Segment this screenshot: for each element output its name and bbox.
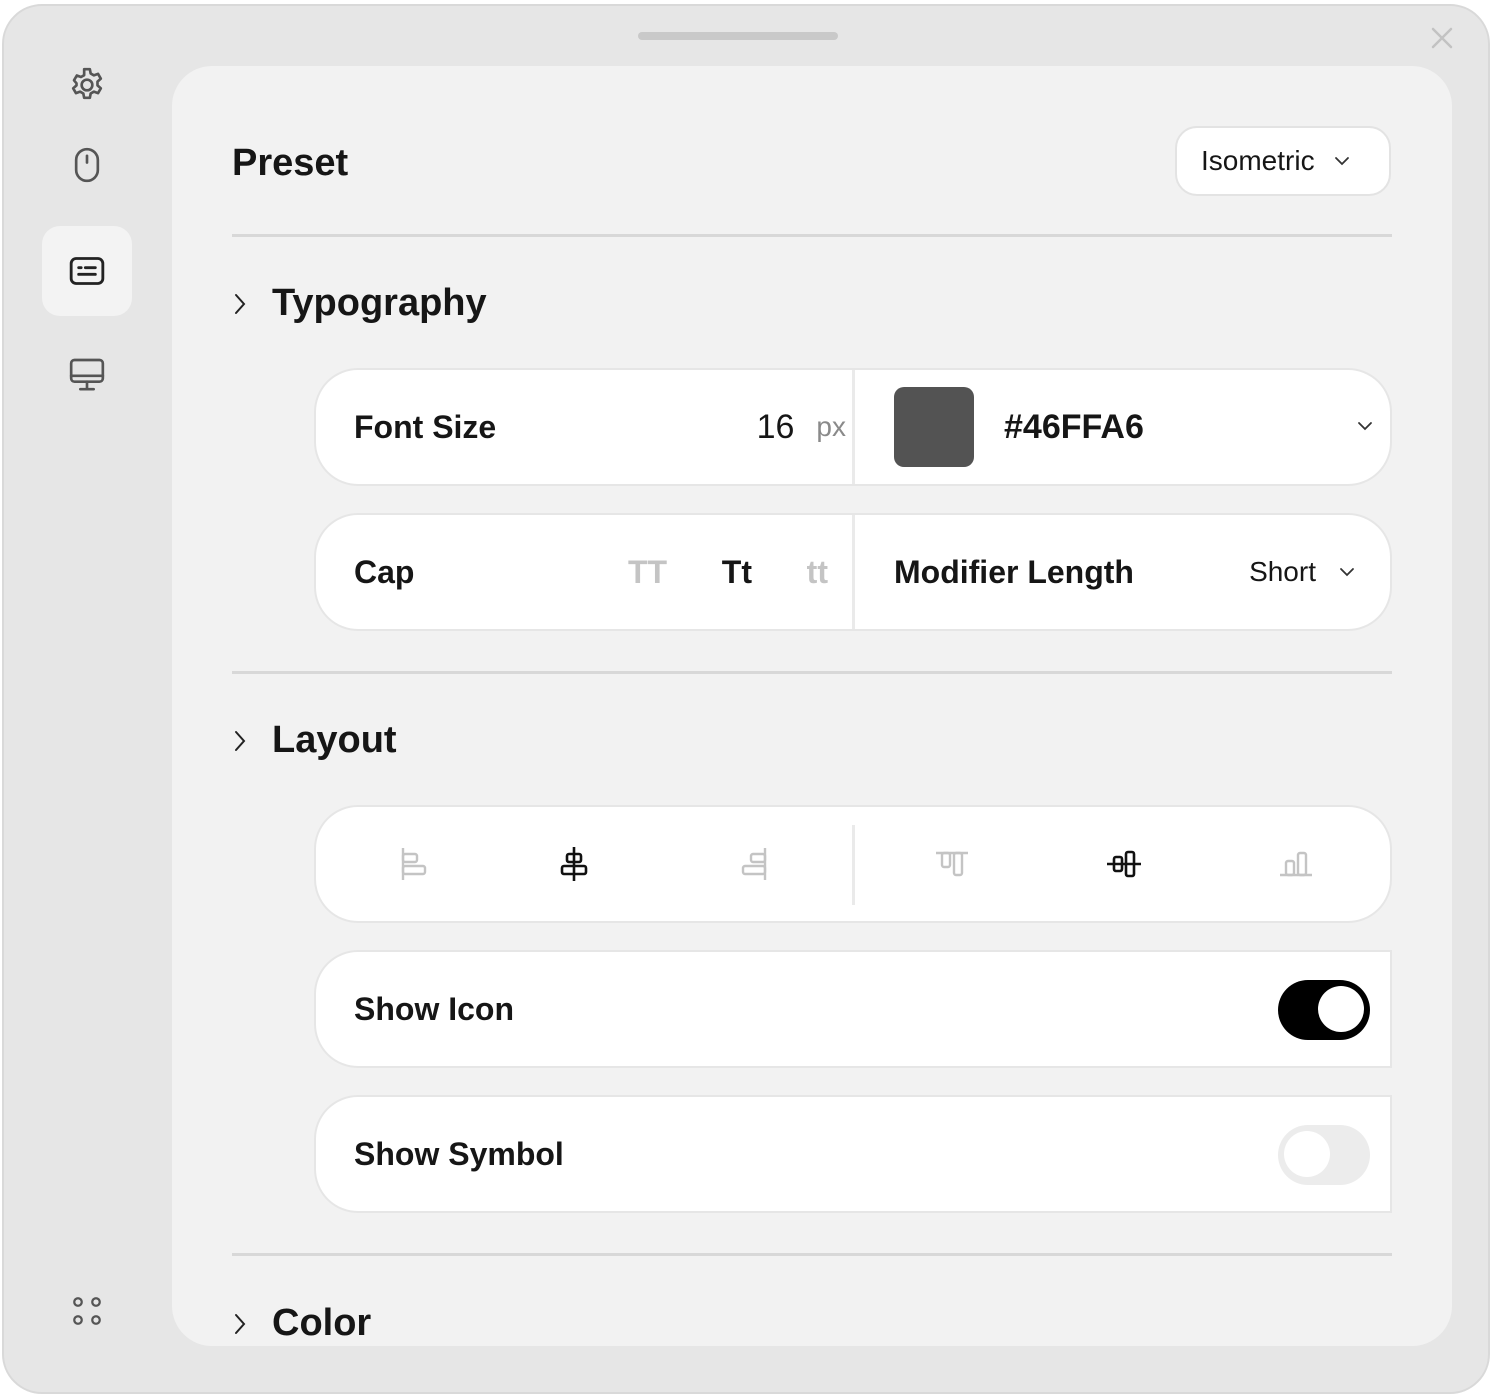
sidebar bbox=[4, 6, 172, 1392]
section-color-title: Color bbox=[272, 1302, 372, 1344]
show-icon-label: Show Icon bbox=[354, 990, 514, 1027]
align-center-icon bbox=[560, 847, 588, 881]
divider bbox=[232, 671, 1392, 674]
apps-button[interactable] bbox=[42, 1266, 132, 1356]
align-middle-button[interactable] bbox=[1064, 807, 1184, 921]
cap-option-upper[interactable]: TT bbox=[628, 554, 667, 591]
preset-title: Preset bbox=[232, 142, 349, 184]
modifier-length-label: Modifier Length bbox=[894, 553, 1134, 590]
section-color-header[interactable]: Color bbox=[230, 1302, 371, 1345]
chevron-right-icon bbox=[235, 1313, 246, 1334]
chevron-right-icon bbox=[235, 293, 246, 314]
settings-window: Preset Isometric Typography Font Size 16… bbox=[2, 4, 1490, 1394]
sidebar-item-mouse[interactable] bbox=[42, 120, 132, 210]
color-hex-value[interactable]: #46FFA6 bbox=[1004, 408, 1144, 447]
modifier-length-dropdown[interactable]: Short bbox=[1244, 515, 1356, 629]
chevron-down-icon bbox=[1340, 568, 1354, 577]
divider bbox=[232, 1253, 1392, 1256]
cap-option-title[interactable]: Tt bbox=[722, 554, 752, 591]
show-icon-toggle[interactable] bbox=[1278, 980, 1370, 1040]
chevron-down-icon bbox=[1334, 157, 1349, 166]
show-symbol-toggle[interactable] bbox=[1278, 1125, 1370, 1185]
apps-grid-icon bbox=[73, 1297, 101, 1325]
section-typography-title: Typography bbox=[272, 282, 487, 324]
align-left-icon bbox=[401, 848, 427, 880]
cap-option-lower[interactable]: tt bbox=[807, 554, 828, 591]
monitor-icon bbox=[69, 358, 105, 391]
align-bottom-icon bbox=[1280, 851, 1312, 877]
font-size-value[interactable]: 16 bbox=[757, 408, 795, 447]
section-layout-header[interactable]: Layout bbox=[230, 719, 397, 762]
gear-icon bbox=[71, 67, 103, 100]
color-swatch[interactable] bbox=[894, 387, 974, 467]
toggle-knob bbox=[1318, 986, 1364, 1032]
align-left-button[interactable] bbox=[354, 807, 474, 921]
mouse-icon bbox=[74, 147, 100, 183]
font-size-input[interactable]: 16 px bbox=[716, 370, 846, 484]
caption-icon bbox=[69, 257, 105, 285]
row-separator bbox=[852, 515, 855, 629]
align-bottom-button[interactable] bbox=[1236, 807, 1356, 921]
close-icon bbox=[1431, 27, 1453, 49]
align-right-icon bbox=[741, 848, 767, 880]
preset-dropdown[interactable]: Isometric bbox=[1175, 126, 1391, 196]
toggle-knob bbox=[1284, 1131, 1330, 1177]
sidebar-item-display[interactable] bbox=[42, 330, 132, 420]
chevron-down-icon bbox=[1358, 422, 1372, 431]
show-icon-row: Show Icon bbox=[314, 950, 1392, 1068]
chevron-right-icon bbox=[235, 730, 246, 751]
modifier-length-value: Short bbox=[1249, 556, 1316, 587]
align-top-icon bbox=[936, 851, 968, 877]
divider bbox=[232, 234, 1392, 237]
alignment-row bbox=[314, 805, 1392, 923]
drag-handle[interactable] bbox=[638, 32, 838, 40]
show-symbol-row: Show Symbol bbox=[314, 1095, 1392, 1213]
font-size-label: Font Size bbox=[354, 408, 497, 445]
font-size-unit: px bbox=[816, 411, 846, 442]
cap-label: Cap bbox=[354, 553, 415, 590]
cap-modifier-row: Cap TT Tt tt Modifier Length Short bbox=[314, 513, 1392, 631]
sidebar-item-caption[interactable] bbox=[42, 226, 132, 316]
align-middle-icon bbox=[1107, 850, 1141, 878]
close-button[interactable] bbox=[1424, 20, 1460, 56]
color-picker[interactable]: #46FFA6 bbox=[894, 370, 1374, 484]
section-typography-header[interactable]: Typography bbox=[230, 282, 487, 325]
alignment-separator bbox=[852, 825, 855, 905]
font-size-color-row: Font Size 16 px #46FFA6 bbox=[314, 368, 1392, 486]
row-separator bbox=[852, 370, 855, 484]
align-center-button[interactable] bbox=[514, 807, 634, 921]
show-symbol-label: Show Symbol bbox=[354, 1135, 564, 1172]
sidebar-item-settings[interactable] bbox=[42, 40, 132, 130]
align-top-button[interactable] bbox=[892, 807, 1012, 921]
section-layout-title: Layout bbox=[272, 719, 397, 761]
cap-options: TT Tt tt bbox=[628, 515, 828, 629]
settings-panel: Preset Isometric Typography Font Size 16… bbox=[172, 66, 1452, 1346]
preset-value: Isometric bbox=[1201, 145, 1315, 176]
align-right-button[interactable] bbox=[694, 807, 814, 921]
